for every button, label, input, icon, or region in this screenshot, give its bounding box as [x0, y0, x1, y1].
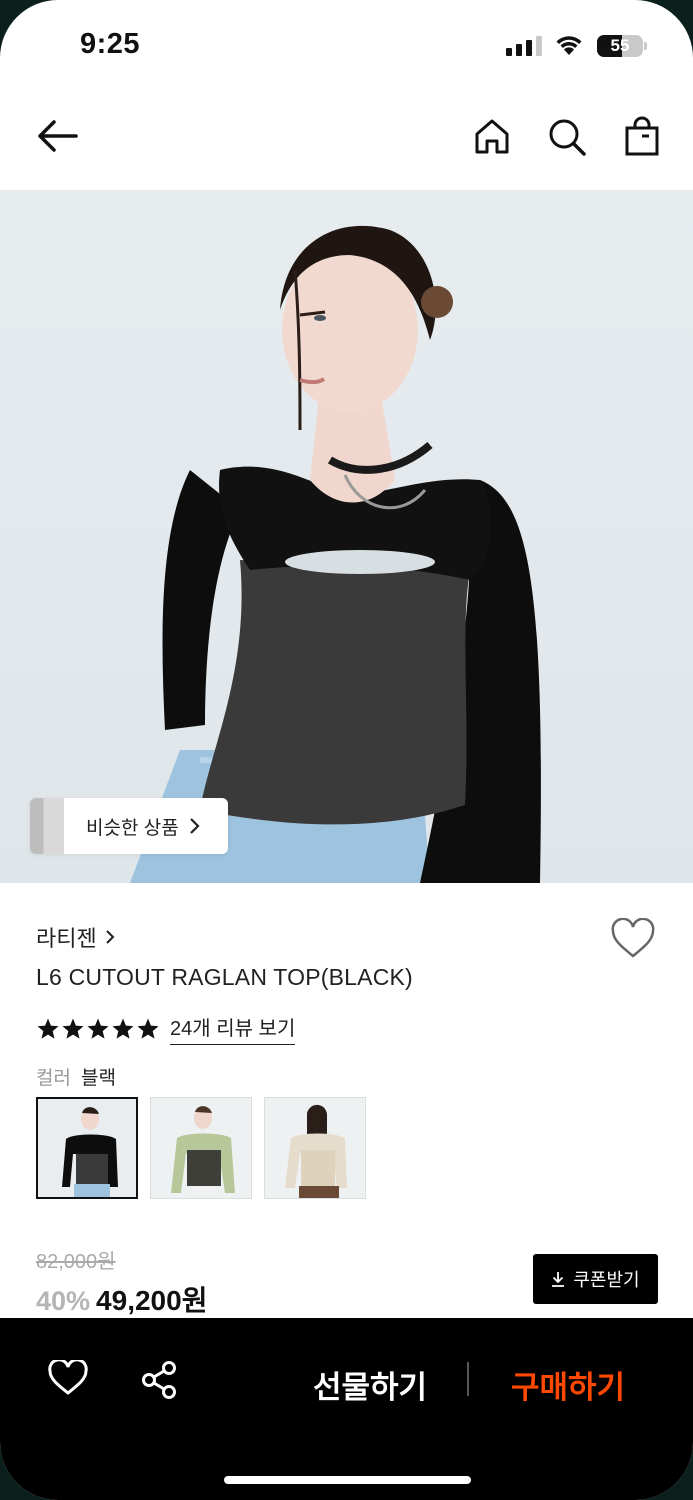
rating-row: 24개 리뷰 보기 [36, 1012, 296, 1045]
cellular-signal-icon [506, 36, 542, 56]
original-price: 82,000원 [36, 1251, 116, 1273]
star-rating [36, 1017, 160, 1041]
chevron-right-icon [106, 930, 115, 944]
buy-button[interactable]: 구매하기 [511, 1362, 625, 1407]
status-bar: 9:25 55 [0, 0, 693, 92]
star-icon [112, 1018, 134, 1039]
similar-products-button[interactable]: 비슷한 상품 [30, 798, 228, 854]
similar-products-thumbnail [30, 798, 64, 854]
review-link[interactable]: 24개 리뷰 보기 [170, 1012, 296, 1045]
brand-link[interactable]: 라티젠 [36, 921, 115, 953]
search-icon[interactable] [546, 116, 588, 158]
bottom-action-bar: 선물하기 구매하기 [0, 1318, 693, 1500]
similar-products-label: 비슷한 상품 [86, 817, 179, 839]
color-swatch-black[interactable] [36, 1097, 138, 1199]
color-value: 블랙 [80, 1068, 116, 1089]
color-swatches [36, 1097, 366, 1199]
product-title: L6 CUTOUT RAGLAN TOP(BLACK) [36, 964, 413, 990]
color-selection-label: 컬러 블랙 [36, 1063, 116, 1090]
price-row: 40% 49,200원 [36, 1279, 207, 1319]
star-icon [37, 1018, 59, 1039]
shopping-bag-icon[interactable] [622, 116, 662, 158]
color-key: 컬러 [36, 1068, 71, 1089]
star-icon [137, 1018, 159, 1039]
wishlist-heart-icon[interactable] [610, 918, 656, 960]
home-icon[interactable] [472, 116, 512, 156]
coupon-label: 쿠폰받기 [573, 1270, 640, 1290]
gift-button[interactable]: 선물하기 [313, 1362, 427, 1407]
battery-level: 55 [610, 36, 630, 55]
color-swatch-green[interactable] [150, 1097, 252, 1199]
star-icon [62, 1018, 84, 1039]
divider [467, 1362, 469, 1396]
star-icon [87, 1018, 109, 1039]
status-time: 9:25 [80, 28, 141, 60]
color-swatch-beige[interactable] [264, 1097, 366, 1199]
wifi-icon [556, 36, 582, 55]
sale-price: 49,200원 [96, 1285, 208, 1316]
back-arrow-icon[interactable] [34, 116, 80, 156]
chevron-right-icon [189, 818, 200, 834]
discount-rate: 40% [36, 1286, 91, 1316]
product-hero-image[interactable] [0, 190, 693, 883]
home-indicator[interactable] [224, 1476, 471, 1484]
top-nav-bar [0, 100, 693, 180]
download-icon [552, 1272, 565, 1287]
coupon-download-button[interactable]: 쿠폰받기 [533, 1254, 658, 1304]
phone-screen: 9:25 55 비슷한 상품 라티젠 L6 CUTOUT RAGLAN TOP(… [0, 0, 693, 1500]
model-photo [130, 225, 541, 883]
heart-icon[interactable] [48, 1360, 88, 1396]
brand-name: 라티젠 [36, 926, 97, 951]
battery-icon: 55 [597, 35, 643, 57]
share-icon[interactable] [140, 1360, 178, 1400]
